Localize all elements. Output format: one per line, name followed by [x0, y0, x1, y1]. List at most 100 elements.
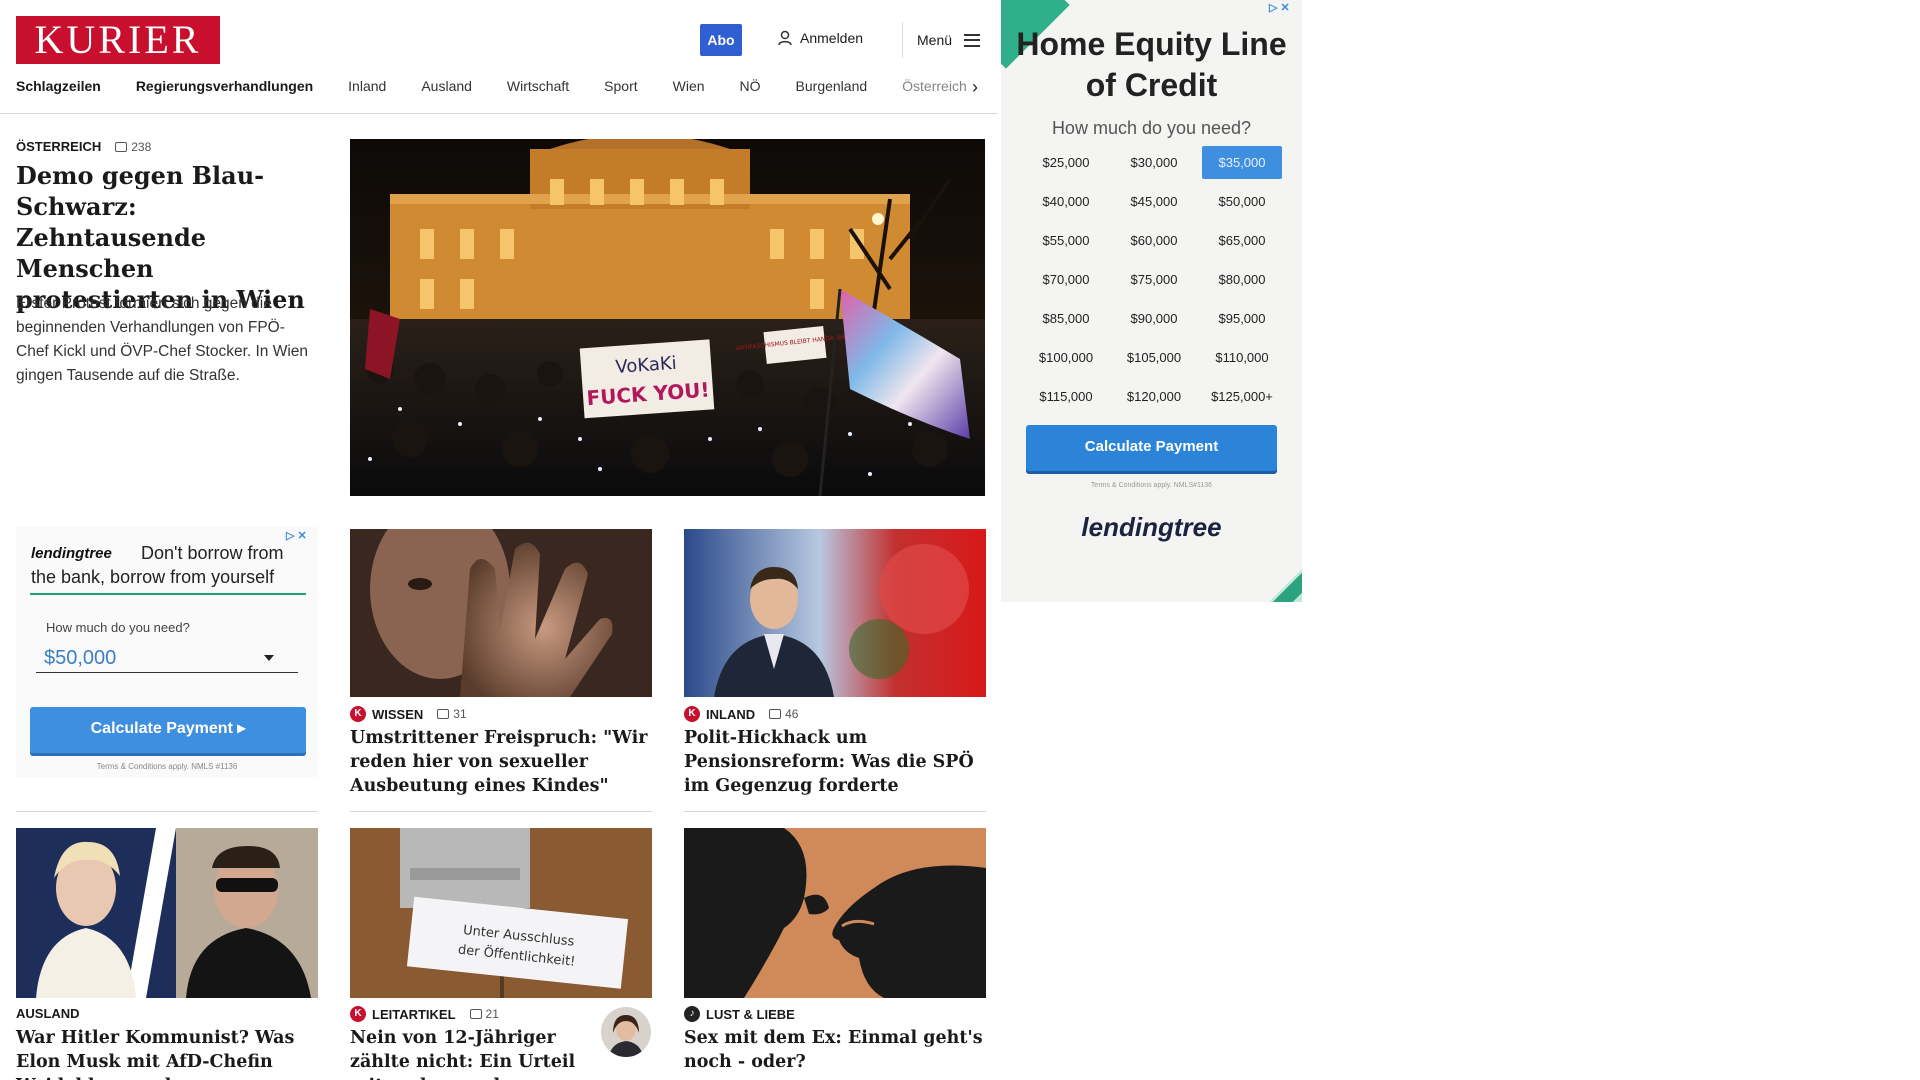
nav-item-wien[interactable]: Wien: [673, 78, 705, 100]
kurier-logo[interactable]: KURIER: [16, 16, 220, 64]
card-image-court-sign[interactable]: Unter Ausschluss der Öffentlichkeit!: [350, 828, 652, 998]
calculate-payment-button[interactable]: Calculate Payment ▸: [30, 707, 306, 753]
card-title[interactable]: Umstrittener Freispruch: "Wir reden hier…: [350, 726, 652, 798]
amount-option[interactable]: $50,000: [1202, 185, 1282, 218]
card-kicker-wissen: K WISSEN 31: [350, 706, 467, 722]
amount-option[interactable]: $25,000: [1026, 146, 1106, 179]
comment-icon: [769, 709, 782, 719]
card-image-hand[interactable]: [350, 529, 652, 697]
amount-option[interactable]: $75,000: [1114, 263, 1194, 296]
kurier-plus-badge: K: [684, 706, 700, 722]
lead-category[interactable]: ÖSTERREICH: [16, 139, 101, 154]
adchoices-icon[interactable]: ▷ ✕: [286, 529, 307, 542]
card-category[interactable]: LEITARTIKEL: [372, 1007, 456, 1022]
comment-count[interactable]: 21: [469, 1007, 499, 1021]
amount-option[interactable]: $120,000: [1114, 380, 1194, 413]
ad-terms: Terms & Conditions apply. NMLS #1136: [96, 762, 238, 771]
ad-lendingtree-small[interactable]: lendingtree Don't borrow from the bank, …: [16, 527, 318, 777]
card-title[interactable]: Nein von 12-Jähriger zählte nicht: Ein U…: [350, 1026, 590, 1080]
card-image-weidel-musk[interactable]: [16, 828, 318, 998]
amount-option[interactable]: $45,000: [1114, 185, 1194, 218]
amount-option[interactable]: $110,000: [1202, 341, 1282, 374]
politician-photo: [684, 529, 986, 697]
nav-item-burgenland[interactable]: Burgenland: [796, 78, 868, 100]
comment-count[interactable]: 46: [769, 707, 798, 721]
adchoices-icon[interactable]: ▷ ✕: [1269, 1, 1290, 14]
couple-illustration: [684, 828, 986, 998]
weidel-musk-photo: [16, 828, 318, 998]
login-link[interactable]: Anmelden: [778, 30, 863, 46]
amount-option-selected[interactable]: $35,000: [1202, 146, 1282, 179]
card-category[interactable]: INLAND: [706, 707, 755, 722]
amount-option[interactable]: $100,000: [1026, 341, 1106, 374]
login-label: Anmelden: [800, 30, 864, 46]
divider: [350, 811, 652, 812]
amount-option[interactable]: $65,000: [1202, 224, 1282, 257]
amount-option[interactable]: $30,000: [1114, 146, 1194, 179]
nav-item-regierungsverhandlungen[interactable]: Regierungsverhandlungen: [136, 78, 313, 100]
ad-question: How much do you need?: [46, 620, 190, 635]
amount-option[interactable]: $40,000: [1026, 185, 1106, 218]
comment-icon: [437, 709, 450, 719]
nav-item-inland[interactable]: Inland: [348, 78, 386, 100]
amount-option[interactable]: $95,000: [1202, 302, 1282, 335]
hand-photo: [350, 529, 652, 697]
nav-item-schlagzeilen[interactable]: Schlagzeilen: [16, 78, 101, 100]
lead-kicker: ÖSTERREICH 238: [16, 139, 151, 154]
comment-icon: [115, 141, 128, 152]
card-category[interactable]: WISSEN: [372, 707, 423, 722]
card-kicker-ausland: AUSLAND: [16, 1006, 80, 1021]
nav-item-sport[interactable]: Sport: [604, 78, 637, 100]
card-title[interactable]: Polit-Hickhack um Pensionsreform: Was di…: [684, 726, 986, 798]
calculate-payment-button[interactable]: Calculate Payment: [1026, 425, 1277, 471]
lendingtree-logo: lendingtree: [1081, 512, 1222, 542]
nav-item-wirtschaft[interactable]: Wirtschaft: [507, 78, 569, 100]
amount-option[interactable]: $115,000: [1026, 380, 1106, 413]
amount-select[interactable]: $50,000: [36, 643, 298, 673]
comment-count-value: 46: [785, 707, 799, 721]
comment-count[interactable]: 31: [437, 707, 467, 721]
lust-liebe-badge: ♪: [684, 1006, 700, 1022]
nav-item-oesterreich[interactable]: Österreich: [902, 78, 967, 100]
nav-item-noe[interactable]: NÖ: [740, 78, 761, 100]
chevron-down-icon[interactable]: [264, 655, 274, 661]
card-category[interactable]: AUSLAND: [16, 1006, 80, 1021]
divider: [684, 811, 986, 812]
site-header: KURIER Abo Anmelden Menü Schlagzeilen Re…: [0, 0, 998, 114]
lead-teaser[interactable]: Erster Protest formiert sich gegen die b…: [16, 292, 316, 388]
comment-count-value: 21: [485, 1007, 499, 1021]
ad-home-equity[interactable]: ▷ ✕ Home Equity Line of Credit How much …: [1001, 0, 1302, 602]
author-avatar[interactable]: [601, 1007, 651, 1057]
chevron-right-icon[interactable]: ›: [966, 78, 984, 98]
menu-button[interactable]: Menü: [902, 22, 981, 58]
nav-item-ausland[interactable]: Ausland: [421, 78, 472, 100]
amount-option[interactable]: $55,000: [1026, 224, 1106, 257]
amount-option[interactable]: $85,000: [1026, 302, 1106, 335]
comment-count-value: 238: [131, 139, 152, 154]
comment-count[interactable]: 238: [115, 140, 151, 154]
lead-image-demo[interactable]: VoKaKi FUCK YOU! ANTIFASCHISMUS BLEIBT H…: [350, 139, 985, 496]
amount-option[interactable]: $90,000: [1114, 302, 1194, 335]
hamburger-icon: [964, 33, 981, 47]
ad-title: Home Equity Line of Credit: [1016, 26, 1287, 103]
user-icon: [778, 30, 792, 46]
card-title[interactable]: War Hitler Kommunist? Was Elon Musk mit …: [16, 1026, 318, 1080]
card-image-politician[interactable]: [684, 529, 986, 697]
amount-option[interactable]: $125,000+: [1202, 380, 1282, 413]
demo-photo: VoKaKi FUCK YOU! ANTIFASCHISMUS BLEIBT H…: [350, 139, 985, 496]
amount-option[interactable]: $105,000: [1114, 341, 1194, 374]
amount-option[interactable]: $70,000: [1026, 263, 1106, 296]
calculate-payment-label: Calculate Payment: [90, 720, 233, 737]
amount-grid: $25,000 $30,000 $35,000 $40,000 $45,000 …: [1026, 146, 1282, 413]
card-title[interactable]: Sex mit dem Ex: Einmal geht's noch - ode…: [684, 1026, 986, 1074]
card-image-couple[interactable]: [684, 828, 986, 998]
abo-button[interactable]: Abo: [700, 24, 742, 56]
card-kicker-leitartikel: K LEITARTIKEL 21: [350, 1006, 499, 1022]
card-category[interactable]: LUST & LIEBE: [706, 1007, 795, 1022]
sign-text-1: VoKaKi: [615, 353, 678, 378]
amount-option[interactable]: $60,000: [1114, 224, 1194, 257]
ad-terms: Terms & Conditions apply. NMLS#1136: [1090, 482, 1213, 489]
card-kicker-lust-liebe: ♪ LUST & LIEBE: [684, 1006, 795, 1022]
kurier-plus-badge: K: [350, 706, 366, 722]
amount-option[interactable]: $80,000: [1202, 263, 1282, 296]
